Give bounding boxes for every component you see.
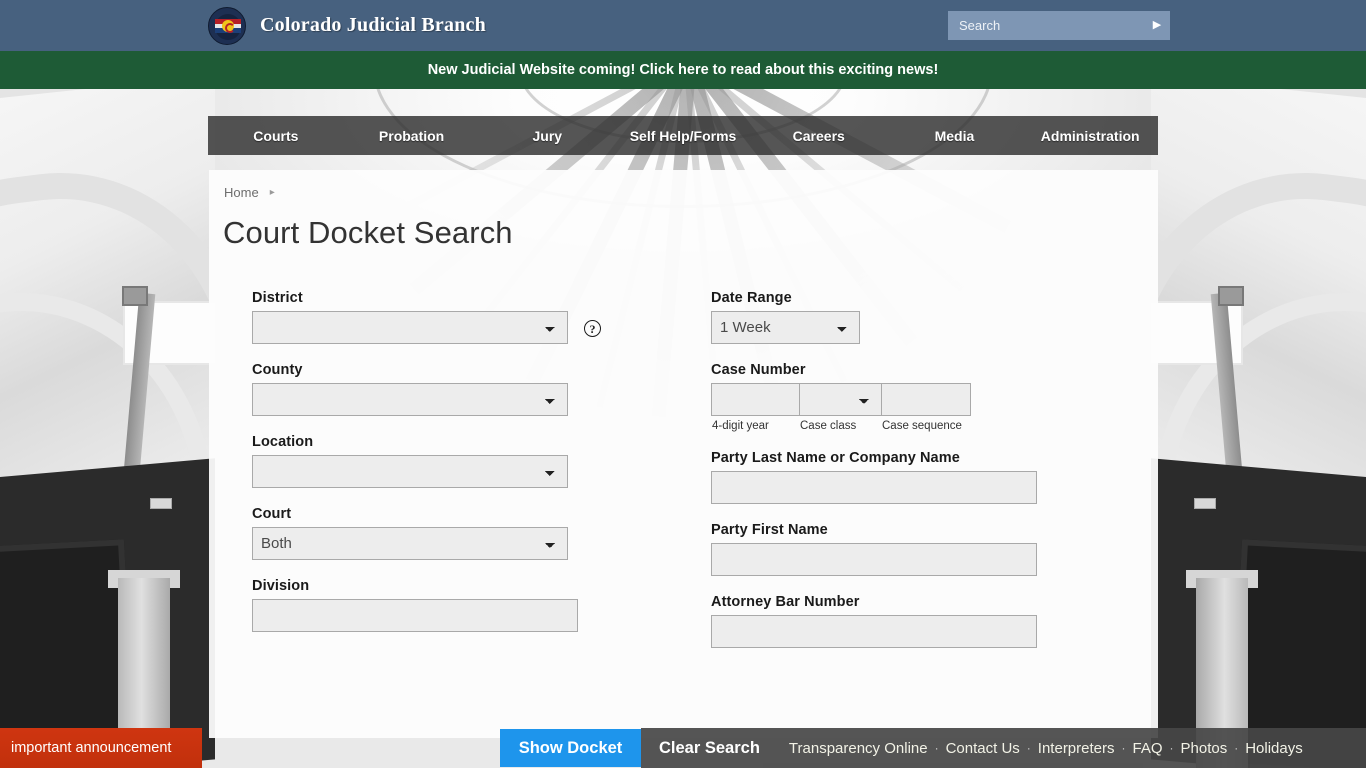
search-box[interactable]: ▶ [948,11,1170,40]
nav-item-probation[interactable]: Probation [344,128,480,144]
case-sequence-hint: Case sequence [882,420,962,432]
nav-item-self-help-forms[interactable]: Self Help/Forms [615,128,751,144]
label-division: Division [252,578,310,594]
party-first-name-input[interactable] [711,543,1037,576]
colorado-courts-seal-icon [208,6,246,45]
location-select[interactable] [252,455,568,488]
search-submit-button[interactable]: ▶ [1144,11,1170,40]
field-location: Location [252,434,592,488]
nav-item-media[interactable]: Media [887,128,1023,144]
footer-link-interpreters[interactable]: Interpreters [1031,740,1122,757]
content-panel: Home ▸ Court Docket Search District ? Co… [209,170,1158,738]
case-class-hint: Case class [800,420,857,432]
nav-item-administration[interactable]: Administration [1022,128,1158,144]
exit-sign [1194,498,1216,509]
label-party-last-name: Party Last Name or Company Name [711,450,960,466]
case-number-group: 4-digit year Case class Case sequence [711,383,1051,432]
main-navigation: Courts Probation Jury Self Help/Forms Ca… [208,116,1158,155]
hero-lobby-left [0,438,215,768]
breadcrumb: Home ▸ [224,185,275,200]
site-header: Colorado Judicial Branch ▶ [0,0,1366,51]
brand-title: Colorado Judicial Branch [260,14,486,36]
exit-sign [150,498,172,509]
footer-link-holidays[interactable]: Holidays [1238,740,1310,757]
wall-mullion-cap [122,286,148,306]
footer-links: Transparency Online · Contact Us · Inter… [778,740,1310,757]
site-announcement-bar[interactable]: New Judicial Website coming! Click here … [0,51,1366,89]
field-case-number: Case Number 4-digit year Case class Case… [711,362,1051,432]
hero-lobby-right [1151,438,1366,768]
case-sequence-input[interactable] [881,383,971,416]
label-county: County [252,362,303,378]
nav-item-courts[interactable]: Courts [208,128,344,144]
attorney-bar-number-input[interactable] [711,615,1037,648]
court-select[interactable]: Both [252,527,568,560]
case-year-input[interactable] [711,383,799,416]
site-footer: Clear Search Transparency Online · Conta… [641,728,1366,768]
label-date-range: Date Range [711,290,792,306]
label-district: District [252,290,303,306]
label-party-first-name: Party First Name [711,522,828,538]
bottom-bar: important announcement Show Docket Clear… [0,728,1366,768]
caret-right-icon: ▸ [269,187,275,198]
field-county: County [252,362,592,416]
nav-item-jury[interactable]: Jury [479,128,615,144]
case-class-select[interactable] [799,383,881,416]
case-number-year-cell: 4-digit year [711,383,799,432]
date-range-select[interactable]: 1 Week [711,311,860,344]
footer-link-photos[interactable]: Photos [1174,740,1235,757]
field-party-first-name: Party First Name [711,522,1051,576]
form-column-right: Date Range 1 Week Case Number 4-digit ye… [711,290,1051,666]
nav-item-careers[interactable]: Careers [751,128,887,144]
label-location: Location [252,434,314,450]
footer-link-faq[interactable]: FAQ [1126,740,1170,757]
form-column-left: District ? County Location Court Both Di… [252,290,601,650]
field-district: District ? [252,290,601,344]
footer-link-transparency-online[interactable]: Transparency Online [782,740,935,757]
important-announcement-label: important announcement [11,740,172,756]
party-last-name-input[interactable] [711,471,1037,504]
field-court: Court Both [252,506,592,560]
brand[interactable]: Colorado Judicial Branch [208,0,486,51]
case-number-sequence-cell: Case sequence [881,383,971,432]
page-title: Court Docket Search [223,215,513,250]
field-date-range: Date Range 1 Week [711,290,1051,344]
wall-mullion-cap [1218,286,1244,306]
clear-search-button[interactable]: Clear Search [641,728,778,768]
triangle-right-icon: ▶ [1152,19,1162,31]
county-select[interactable] [252,383,568,416]
district-select[interactable] [252,311,568,344]
case-year-hint: 4-digit year [712,420,769,432]
division-input[interactable] [252,599,578,632]
breadcrumb-item-home[interactable]: Home [224,185,259,200]
field-party-last-name: Party Last Name or Company Name [711,450,1051,504]
label-court: Court [252,506,292,522]
question-mark-circle-icon[interactable]: ? [584,320,601,337]
field-division: Division [252,578,592,632]
footer-link-contact-us[interactable]: Contact Us [939,740,1027,757]
show-docket-button[interactable]: Show Docket [500,729,641,767]
important-announcement-banner[interactable]: important announcement [0,728,202,768]
announcement-link[interactable]: New Judicial Website coming! Click here … [428,62,939,78]
label-case-number: Case Number [711,362,806,378]
case-number-class-cell: Case class [799,383,881,432]
search-input[interactable] [948,12,1144,39]
label-attorney-bar-number: Attorney Bar Number [711,594,860,610]
page-root: Colorado Judicial Branch ▶ New Judicial … [0,0,1366,768]
field-attorney-bar-number: Attorney Bar Number [711,594,1051,648]
